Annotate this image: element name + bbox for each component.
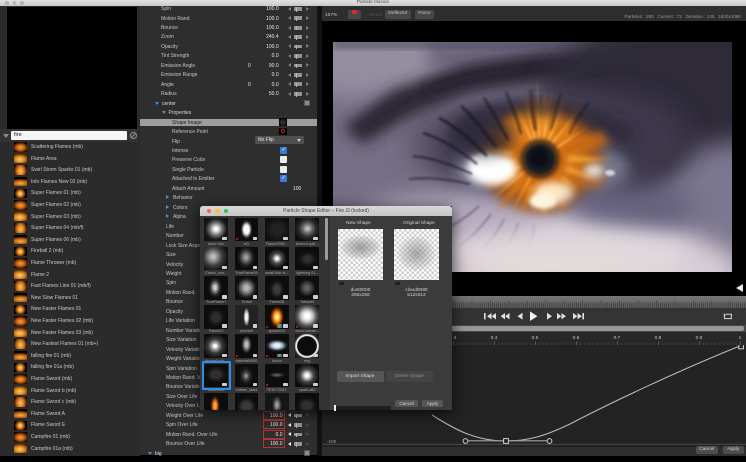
svg-text:0.7: 0.7 [614,335,621,341]
svg-text:0.4: 0.4 [491,335,498,341]
svg-text:0.8: 0.8 [655,335,662,341]
svg-text:0.9: 0.9 [696,335,703,341]
svg-text:0.5: 0.5 [532,335,539,341]
svg-text:1: 1 [739,335,742,341]
svg-text:-100: -100 [327,439,337,444]
svg-text:0.6: 0.6 [573,335,580,341]
